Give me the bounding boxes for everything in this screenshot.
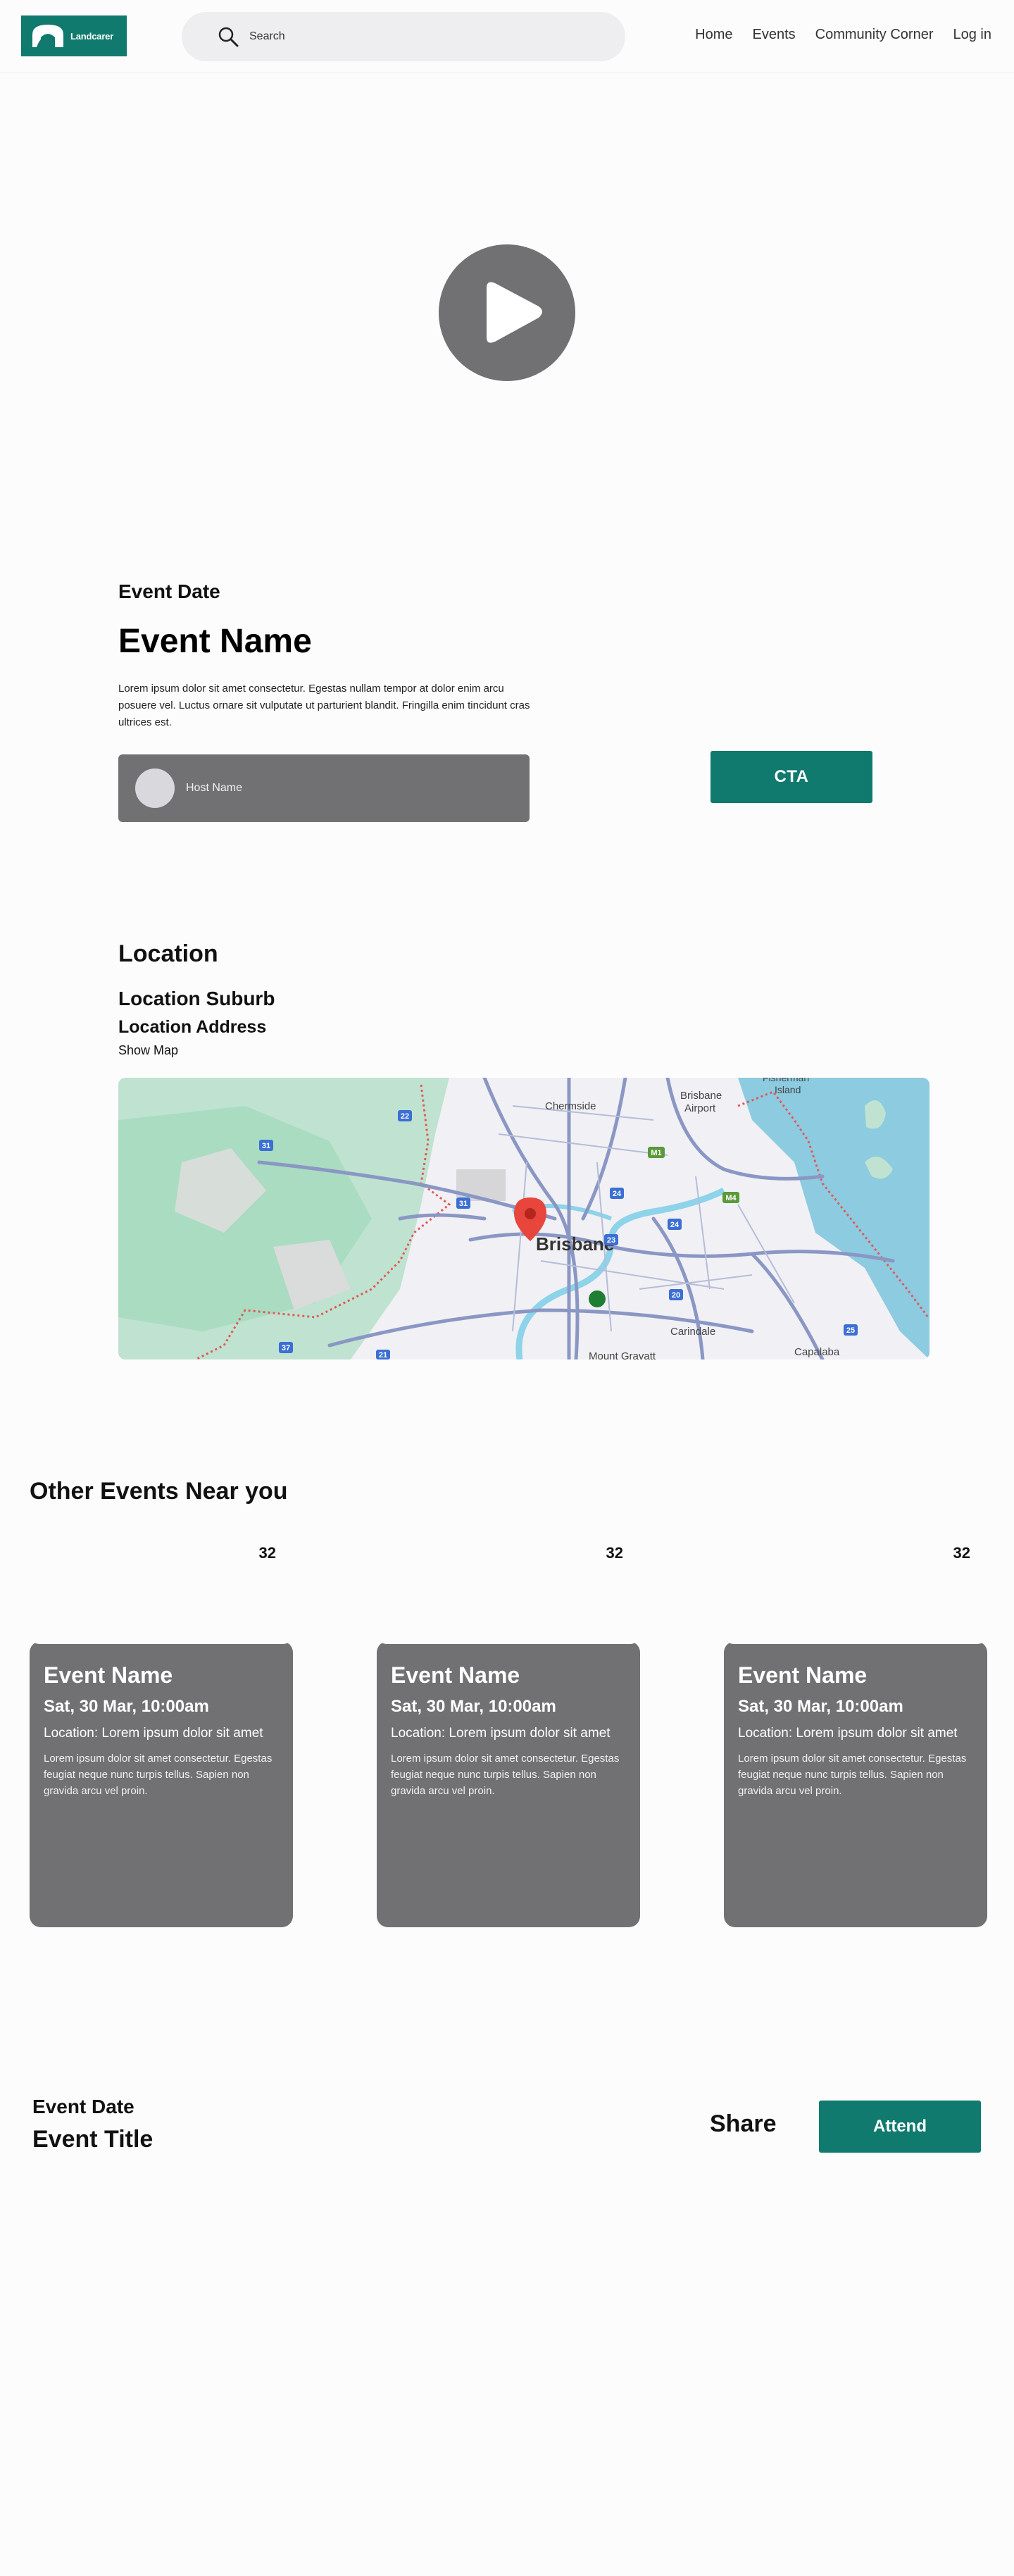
event-card[interactable]: 32 Event Name Sat, 30 Mar, 10:00am Locat… bbox=[724, 1543, 987, 1927]
play-video-button[interactable] bbox=[439, 244, 575, 381]
event-card[interactable]: 32 Event Name Sat, 30 Mar, 10:00am Locat… bbox=[30, 1543, 293, 1927]
event-card-description: Lorem ipsum dolor sit amet consectetur. … bbox=[391, 1753, 620, 1797]
svg-text:M1: M1 bbox=[651, 1149, 661, 1157]
event-card[interactable]: 32 Event Name Sat, 30 Mar, 10:00am Locat… bbox=[377, 1543, 640, 1927]
map-label-capalaba: Capalaba bbox=[794, 1346, 840, 1358]
event-card-location: Location: Lorem ipsum dolor sit amet bbox=[738, 1726, 958, 1741]
other-events-heading: Other Events Near you bbox=[30, 1478, 288, 1505]
svg-text:37: 37 bbox=[282, 1344, 290, 1352]
svg-text:Island: Island bbox=[775, 1084, 801, 1095]
host-card[interactable]: Host Name bbox=[118, 754, 530, 822]
map-label-mount-gravatt: Mount Gravatt bbox=[589, 1350, 656, 1359]
event-card-date: Sat, 30 Mar, 10:00am bbox=[738, 1697, 903, 1716]
nav-community-corner[interactable]: Community Corner bbox=[815, 27, 934, 43]
nav-log-in[interactable]: Log in bbox=[953, 27, 992, 43]
event-card-location: Location: Lorem ipsum dolor sit amet bbox=[44, 1726, 263, 1741]
search-icon bbox=[218, 27, 239, 47]
map-label-carindale: Carindale bbox=[670, 1326, 715, 1338]
cta-button[interactable]: CTA bbox=[711, 751, 872, 803]
share-button[interactable]: Share bbox=[710, 2110, 777, 2138]
svg-text:22: 22 bbox=[401, 1112, 409, 1121]
svg-text:Airport: Airport bbox=[684, 1102, 716, 1114]
attend-button[interactable]: Attend bbox=[819, 2101, 981, 2153]
footer-event-date: Event Date bbox=[32, 2096, 134, 2117]
logo-text: Landcarer bbox=[70, 30, 114, 42]
footer-event-title: Event Title bbox=[32, 2126, 154, 2153]
svg-text:24: 24 bbox=[613, 1190, 622, 1198]
event-card-count: 32 bbox=[953, 1544, 970, 1562]
search-placeholder: Search bbox=[249, 30, 285, 42]
landcarer-logo[interactable]: Landcarer bbox=[21, 15, 127, 56]
nav-events[interactable]: Events bbox=[753, 27, 796, 43]
svg-text:31: 31 bbox=[262, 1142, 270, 1150]
map-label-chermside: Chermside bbox=[545, 1100, 596, 1112]
event-date: Event Date bbox=[118, 580, 220, 602]
event-card-body: Event Name Sat, 30 Mar, 10:00am Location… bbox=[724, 1641, 987, 1927]
event-card-notch bbox=[377, 1627, 640, 1644]
location-map[interactable]: Brisbane Chermside Brisbane Airport Fish… bbox=[118, 1078, 930, 1359]
svg-text:25: 25 bbox=[846, 1326, 855, 1335]
event-card-name: Event Name bbox=[44, 1662, 173, 1688]
event-card-body: Event Name Sat, 30 Mar, 10:00am Location… bbox=[377, 1641, 640, 1927]
map-label-fisherman-island: Fisherman bbox=[763, 1078, 809, 1083]
svg-text:20: 20 bbox=[672, 1291, 680, 1300]
event-card-notch bbox=[30, 1627, 293, 1644]
show-map-link[interactable]: Show Map bbox=[118, 1043, 178, 1058]
event-card-body: Event Name Sat, 30 Mar, 10:00am Location… bbox=[30, 1641, 293, 1927]
nav-home[interactable]: Home bbox=[695, 27, 732, 43]
map-label-airport: Brisbane bbox=[680, 1090, 722, 1102]
event-card-count: 32 bbox=[606, 1544, 623, 1562]
event-card-location: Location: Lorem ipsum dolor sit amet bbox=[391, 1726, 611, 1741]
event-name: Event Name bbox=[118, 623, 312, 660]
main-nav: Home Events Community Corner Log in bbox=[695, 27, 991, 43]
svg-text:21: 21 bbox=[379, 1351, 387, 1359]
location-suburb: Location Suburb bbox=[118, 988, 275, 1009]
svg-text:24: 24 bbox=[670, 1221, 680, 1229]
event-description: Lorem ipsum dolor sit amet consectetur. … bbox=[118, 683, 530, 728]
location-address: Location Address bbox=[118, 1017, 267, 1037]
map-label-brisbane: Brisbane bbox=[536, 1233, 614, 1255]
host-avatar bbox=[135, 769, 175, 808]
event-card-description: Lorem ipsum dolor sit amet consectetur. … bbox=[44, 1753, 273, 1797]
host-name: Host Name bbox=[186, 782, 243, 794]
event-card-notch bbox=[724, 1627, 987, 1644]
search-input[interactable]: Search bbox=[182, 12, 625, 61]
svg-text:31: 31 bbox=[459, 1200, 468, 1208]
event-card-date: Sat, 30 Mar, 10:00am bbox=[391, 1697, 556, 1716]
svg-text:M4: M4 bbox=[725, 1194, 737, 1202]
event-card-count: 32 bbox=[258, 1544, 276, 1562]
event-card-description: Lorem ipsum dolor sit amet consectetur. … bbox=[738, 1753, 967, 1797]
event-card-name: Event Name bbox=[738, 1662, 868, 1688]
event-card-date: Sat, 30 Mar, 10:00am bbox=[44, 1697, 209, 1716]
location-heading: Location bbox=[118, 940, 218, 967]
site-header: Landcarer Search Home Events Community C… bbox=[0, 0, 1014, 73]
logo-mark-icon bbox=[32, 25, 63, 47]
event-card-name: Event Name bbox=[391, 1662, 520, 1688]
svg-text:23: 23 bbox=[607, 1236, 615, 1245]
